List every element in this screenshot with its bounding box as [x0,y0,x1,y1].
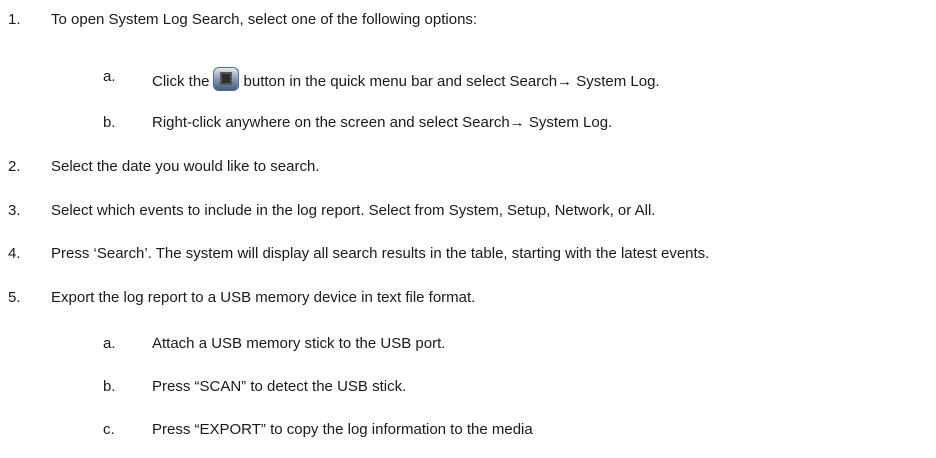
step-number: 1. [8,11,21,28]
sub-step-letter: c. [103,421,115,438]
sub-step-text: Press “EXPORT” to copy the log informati… [152,421,533,438]
step-text: Select which events to include in the lo… [51,202,656,219]
sub-step-letter: b. [103,378,116,395]
sub-step-text: Right-click anywhere on the screen and s… [152,114,613,131]
sub-step-letter: a. [103,68,116,85]
sub-step-letter: a. [103,335,116,352]
sub-step-letter: b. [103,114,116,131]
quick-menu-button-icon [212,67,239,91]
sub-step-text: Click the button in the quick menu bar an… [152,67,660,92]
step-number: 2. [8,158,21,175]
step-number: 4. [8,245,21,262]
step-text: Select the date you would like to search… [51,158,320,175]
step-text: Export the log report to a USB memory de… [51,289,476,306]
sub-step-text-after: button in the quick menu bar and select … [243,73,660,90]
step-text: To open System Log Search, select one of… [51,11,478,28]
sub-step-text: Press “SCAN” to detect the USB stick. [152,378,407,395]
step-text: Press ‘Search’. The system will display … [51,245,710,262]
sub-step-text: Attach a USB memory stick to the USB por… [152,335,446,352]
step-number: 3. [8,202,21,219]
sub-step-text-before: Click the [152,73,210,90]
step-number: 5. [8,289,21,306]
